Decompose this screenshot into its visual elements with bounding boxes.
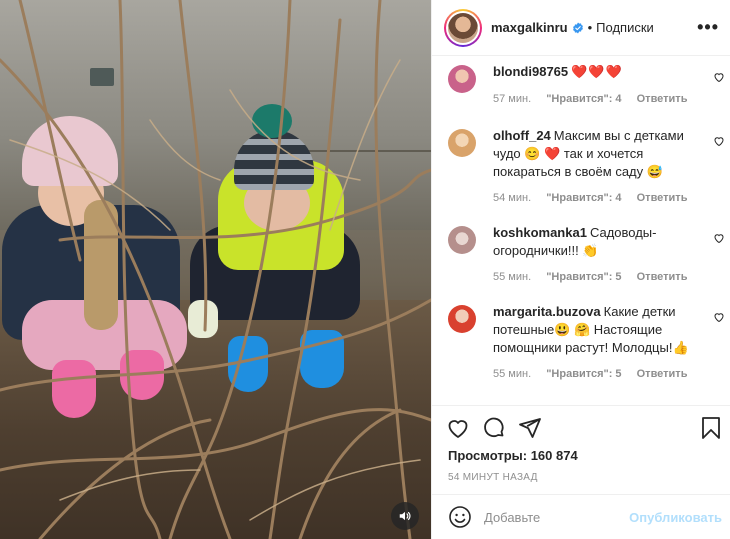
heart-icon[interactable] (446, 416, 470, 440)
comment-likes[interactable]: "Нравится": 5 (546, 271, 621, 283)
comment-reply-button[interactable]: Ответить (637, 271, 688, 283)
comment-username[interactable]: margarita.buzova (493, 304, 601, 319)
author-username[interactable]: maxgalkinru (491, 20, 568, 35)
comment-reply-button[interactable]: Ответить (637, 93, 688, 105)
comment-likes[interactable]: "Нравится": 5 (546, 368, 621, 380)
sound-icon (399, 511, 411, 521)
sound-toggle-button[interactable] (391, 502, 419, 530)
post-side-panel: maxgalkinru • Подписки ••• blondi98765 ❤️… (431, 0, 730, 539)
comment-time: 55 мин. (493, 368, 532, 380)
comment-avatar[interactable] (448, 226, 476, 254)
comment-like-heart-icon[interactable] (713, 71, 725, 83)
post-actions: Просмотры: 160 874 54 МИНУТ НАЗАД (432, 405, 730, 499)
add-comment-bar: Добавьте Опубликовать (432, 494, 730, 539)
more-icon[interactable]: ••• (697, 18, 719, 36)
comment-like-heart-icon[interactable] (713, 311, 725, 323)
comment-avatar[interactable] (448, 65, 476, 93)
verified-icon (572, 22, 583, 33)
comment-username[interactable]: blondi98765 (493, 64, 568, 79)
header-separator-dot: • (587, 20, 593, 35)
share-icon[interactable] (518, 416, 542, 440)
publish-button[interactable]: Опубликовать (629, 510, 722, 525)
comment-avatar[interactable] (448, 129, 476, 157)
comment-likes[interactable]: "Нравится": 4 (546, 93, 621, 105)
comment-username[interactable]: koshkomanka1 (493, 225, 587, 240)
comment-username[interactable]: olhoff_24 (493, 128, 551, 143)
comment-like-heart-icon[interactable] (713, 135, 725, 147)
comments-list[interactable]: blondi98765 ❤️❤️❤️ 57 мин. "Нравится": 4 … (432, 57, 730, 405)
comment-text: ❤️❤️❤️ (571, 64, 623, 79)
comment-time: 57 мин. (493, 93, 532, 105)
view-count[interactable]: Просмотры: 160 874 (448, 448, 578, 463)
following-button[interactable]: Подписки (596, 20, 654, 35)
media-branches (0, 0, 431, 539)
comment-icon[interactable] (482, 416, 506, 440)
post-timestamp[interactable]: 54 МИНУТ НАЗАД (448, 472, 538, 483)
bookmark-icon[interactable] (699, 416, 723, 440)
comment-reply-button[interactable]: Ответить (637, 192, 688, 204)
comment-like-heart-icon[interactable] (713, 232, 725, 244)
author-avatar[interactable] (444, 8, 482, 47)
author-avatar-image (448, 12, 478, 43)
comment-time: 54 мин. (493, 192, 532, 204)
comment-input[interactable]: Добавьте (484, 510, 629, 525)
comment-avatar[interactable] (448, 305, 476, 333)
post-media-video[interactable] (0, 0, 431, 539)
comment-likes[interactable]: "Нравится": 4 (546, 192, 621, 204)
comment-time: 55 мин. (493, 271, 532, 283)
comment-reply-button[interactable]: Ответить (637, 368, 688, 380)
emoji-icon[interactable] (448, 505, 472, 529)
post-header: maxgalkinru • Подписки ••• (432, 0, 730, 56)
